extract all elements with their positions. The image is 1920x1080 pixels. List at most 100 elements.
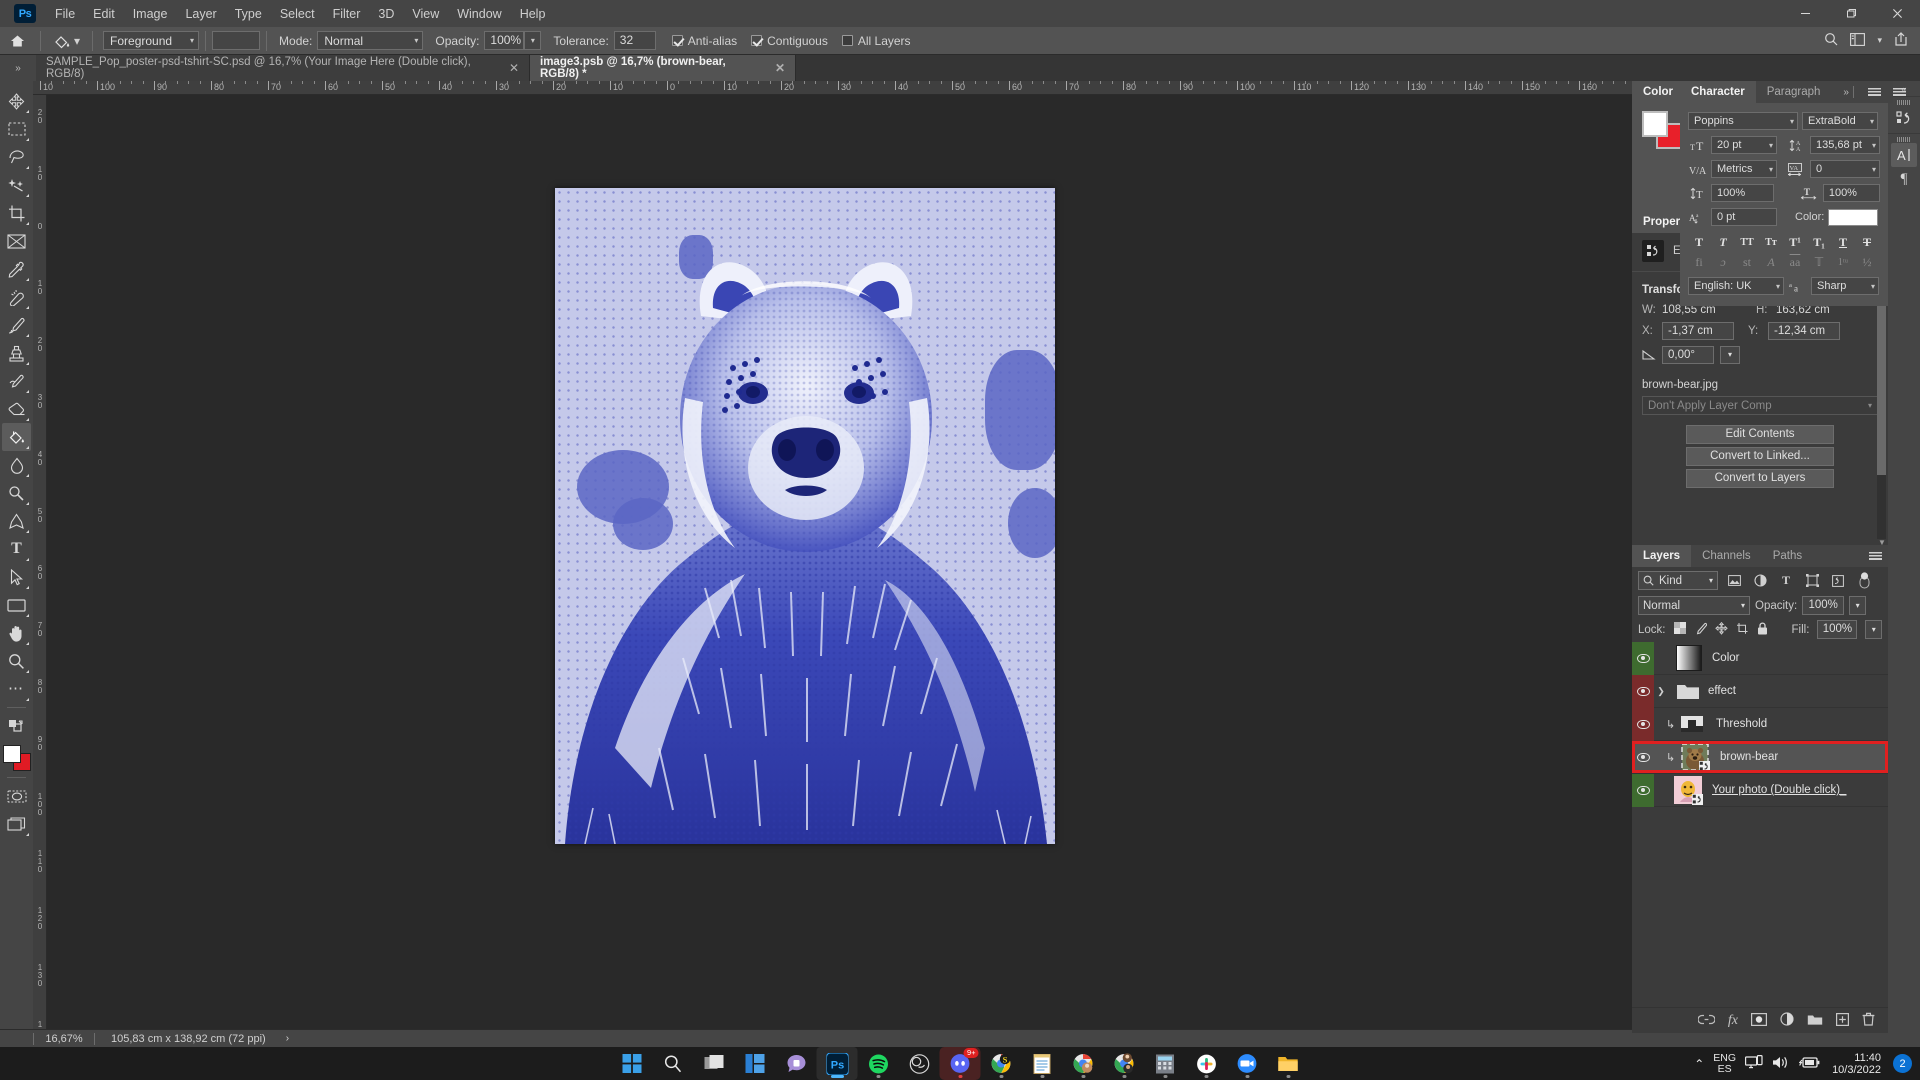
history-icon[interactable]	[1891, 106, 1917, 130]
notification-center-badge[interactable]: 2	[1893, 1054, 1912, 1073]
opacity-dropdown[interactable]: ▾	[524, 31, 542, 50]
language-select[interactable]: English: UK ▾	[1688, 277, 1784, 295]
tab-color[interactable]: Color	[1632, 81, 1685, 103]
layer-visibility-toggle[interactable]	[1632, 741, 1654, 774]
edit-contents-button[interactable]: Edit Contents	[1686, 425, 1834, 444]
contextual-alternates-button[interactable]: st	[1736, 253, 1758, 271]
workspace-icon[interactable]	[1850, 32, 1866, 49]
chrome-profile-icon[interactable]: S	[981, 1047, 1022, 1080]
fractions-button[interactable]: ½	[1856, 253, 1878, 271]
document-tab-image3[interactable]: image3.psb @ 16,7% (brown-bear, RGB/8) *…	[530, 55, 796, 81]
fill-source-select[interactable]: Foreground ▾	[103, 31, 200, 50]
menu-item-edit[interactable]: Edit	[84, 3, 124, 25]
move-tool[interactable]	[2, 87, 31, 115]
adjustment-filter-icon[interactable]	[1750, 571, 1770, 590]
panel-grip[interactable]	[1897, 137, 1911, 142]
new-layer-icon[interactable]	[1836, 1012, 1850, 1029]
new-group-icon[interactable]	[1807, 1013, 1823, 1029]
menu-item-file[interactable]: File	[46, 3, 84, 25]
tab-layers[interactable]: Layers	[1632, 545, 1692, 567]
layer-name[interactable]: Color	[1702, 652, 1739, 664]
close-icon[interactable]: ✕	[775, 61, 785, 75]
layer-name[interactable]: Threshold	[1704, 718, 1767, 730]
layer-visibility-toggle[interactable]	[1632, 642, 1654, 675]
calculator-icon[interactable]	[1145, 1047, 1186, 1080]
tab-channels[interactable]: Channels	[1691, 545, 1762, 567]
fill-dropdown-icon[interactable]: ▾	[1865, 620, 1882, 639]
tab-collapse-icon[interactable]: »	[0, 55, 36, 81]
share-icon[interactable]	[1894, 32, 1908, 49]
faux-bold-button[interactable]: T	[1688, 233, 1710, 251]
pen-tool[interactable]	[2, 507, 31, 535]
layer-comp-select[interactable]: Don't Apply Layer Comp ▾	[1642, 396, 1878, 415]
menu-item-type[interactable]: Type	[226, 3, 271, 25]
chevron-down-icon[interactable]: ▾	[74, 34, 80, 48]
language-indicator[interactable]: ENG ES	[1713, 1052, 1736, 1075]
widgets-icon[interactable]	[735, 1047, 776, 1080]
eyedropper-tool[interactable]	[2, 255, 31, 283]
standard-ligatures-button[interactable]: fi	[1688, 253, 1710, 271]
anti-alias-checkbox[interactable]: Anti-alias	[671, 34, 737, 48]
canvas-area[interactable]	[47, 95, 1632, 1033]
all-caps-button[interactable]: TT	[1736, 233, 1758, 251]
battery-icon[interactable]	[1798, 1056, 1820, 1072]
layer-thumbnail-wrap[interactable]	[1680, 742, 1710, 772]
chrome-icon[interactable]	[1063, 1047, 1104, 1080]
layer-row-brown-bear[interactable]: ↳ brown-bear	[1632, 741, 1888, 774]
swash-button[interactable]: A	[1760, 253, 1782, 271]
layer-visibility-toggle[interactable]	[1632, 773, 1654, 807]
convert-to-linked-button[interactable]: Convert to Linked...	[1686, 447, 1834, 466]
document-tab-sample-pop-poster[interactable]: SAMPLE_Pop_poster-psd-tshirt-SC.psd @ 16…	[36, 55, 530, 81]
faux-italic-button[interactable]: T	[1712, 233, 1734, 251]
layer-thumbnail-wrap[interactable]	[1674, 776, 1703, 805]
lock-transparency-icon[interactable]	[1673, 622, 1686, 637]
zoom-level[interactable]: 16,67%	[34, 1033, 94, 1045]
zoom-tool[interactable]	[2, 647, 31, 675]
notepad-icon[interactable]	[1022, 1047, 1063, 1080]
menu-item-select[interactable]: Select	[271, 3, 324, 25]
layer-row-your-photo[interactable]: Your photo (Double click)_	[1632, 773, 1888, 807]
foreground-color-swatch[interactable]	[2, 745, 21, 763]
menu-item-3d[interactable]: 3D	[369, 3, 403, 25]
angle-input[interactable]: 0,00°	[1662, 346, 1714, 364]
blur-tool[interactable]	[2, 451, 31, 479]
font-family-select[interactable]: Poppins ▾	[1688, 112, 1798, 130]
obs-icon[interactable]	[899, 1047, 940, 1080]
menu-item-layer[interactable]: Layer	[176, 3, 225, 25]
volume-icon[interactable]	[1772, 1055, 1790, 1073]
panel-menu-icon[interactable]	[1862, 81, 1888, 103]
menu-item-help[interactable]: Help	[511, 3, 555, 25]
menu-item-view[interactable]: View	[403, 3, 448, 25]
convert-to-layers-button[interactable]: Convert to Layers	[1686, 469, 1834, 488]
tray-overflow-icon[interactable]: ⌃	[1694, 1057, 1704, 1071]
close-button[interactable]	[1874, 0, 1920, 27]
layer-row-threshold[interactable]: ↳ Threshold	[1632, 707, 1888, 741]
adjustment-layer-icon[interactable]	[1780, 1012, 1794, 1029]
tolerance-input[interactable]: 32	[613, 31, 656, 50]
file-explorer-icon[interactable]	[1268, 1047, 1309, 1080]
foreground-background-color[interactable]	[2, 745, 31, 771]
dodge-tool[interactable]	[2, 479, 31, 507]
layer-visibility-toggle[interactable]	[1632, 707, 1654, 741]
chrome-profile2-icon[interactable]	[1104, 1047, 1145, 1080]
leading-input[interactable]: 135,68 pt ▾	[1810, 136, 1880, 154]
image-filter-icon[interactable]	[1724, 571, 1744, 590]
brush-tool[interactable]	[2, 311, 31, 339]
character-panel-icon[interactable]: A	[1891, 143, 1917, 167]
delete-layer-icon[interactable]	[1862, 1012, 1875, 1029]
search-icon[interactable]	[1824, 32, 1838, 49]
photoshop-icon[interactable]: Ps	[816, 1047, 858, 1080]
home-icon[interactable]	[0, 34, 34, 48]
tab-paths[interactable]: Paths	[1761, 545, 1814, 567]
strikethrough-button[interactable]: T	[1856, 233, 1878, 251]
lock-image-icon[interactable]	[1694, 622, 1707, 638]
layer-thumbnail[interactable]	[1676, 645, 1702, 671]
spot-healing-brush-tool[interactable]	[2, 283, 31, 311]
panel-menu-icon[interactable]	[1862, 545, 1888, 567]
network-icon[interactable]	[1745, 1054, 1763, 1073]
spotify-icon[interactable]	[858, 1047, 899, 1080]
crop-tool[interactable]	[2, 199, 31, 227]
frame-tool[interactable]	[2, 227, 31, 255]
tracking-input[interactable]: 0 ▾	[1810, 160, 1880, 178]
default-colors-icon[interactable]	[2, 712, 31, 740]
